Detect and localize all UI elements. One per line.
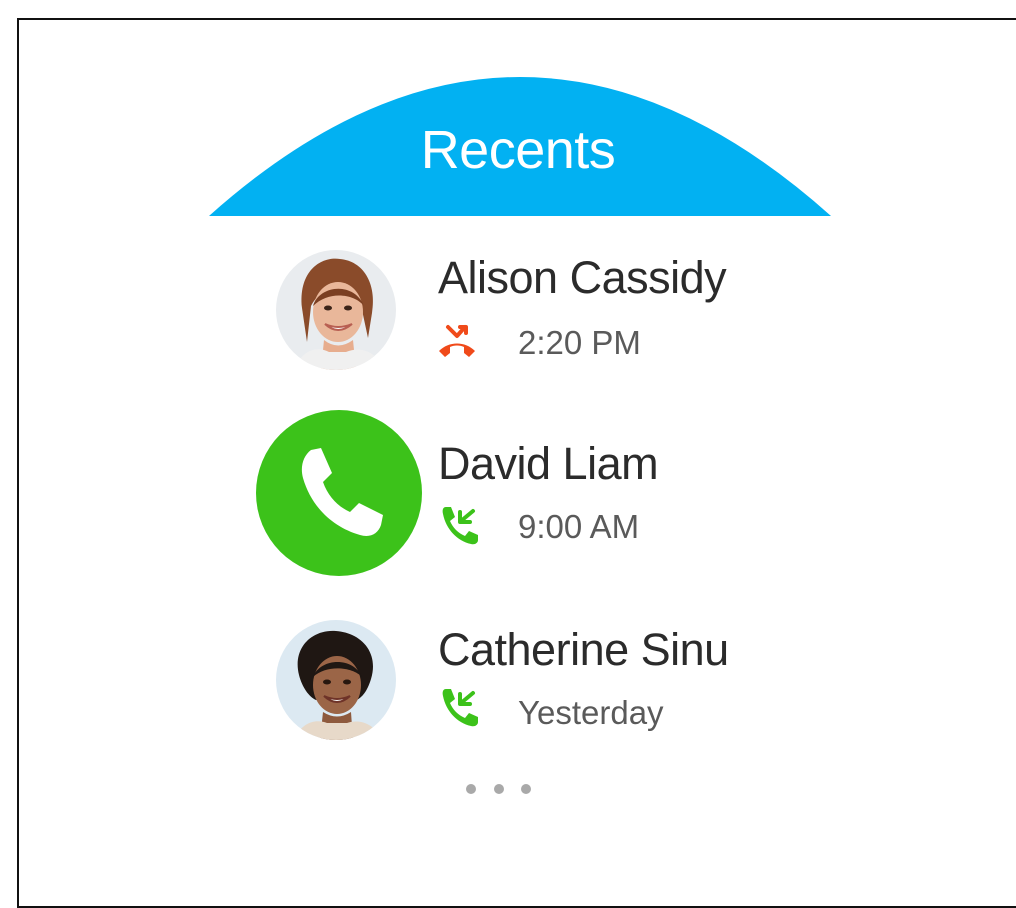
more-dots-icon[interactable] bbox=[462, 782, 536, 798]
page-title: Recents bbox=[420, 120, 616, 180]
avatar-photo-alison bbox=[276, 250, 396, 370]
watch-screen: Recents Alison Cassidy 2:20 PM David Lia… bbox=[0, 0, 1016, 893]
contact-name: Catherine Sinu bbox=[438, 624, 729, 675]
recent-call-row-catherine-sinu[interactable]: Catherine Sinu Yesterday bbox=[0, 618, 1016, 758]
avatar[interactable] bbox=[276, 250, 396, 370]
incoming-call-icon bbox=[436, 684, 478, 733]
contact-name: David Liam bbox=[438, 438, 659, 489]
avatar-photo-catherine bbox=[276, 620, 396, 740]
incoming-call-icon bbox=[436, 502, 478, 551]
recent-call-row-alison-cassidy[interactable]: Alison Cassidy 2:20 PM bbox=[0, 240, 1016, 380]
recent-call-row-david-liam[interactable]: David Liam 9:00 AM bbox=[0, 430, 1016, 570]
missed-call-icon bbox=[436, 322, 478, 363]
dot bbox=[521, 784, 531, 794]
phone-icon bbox=[301, 448, 383, 536]
dot bbox=[494, 784, 504, 794]
call-time: Yesterday bbox=[518, 694, 664, 731]
call-button[interactable] bbox=[256, 410, 422, 576]
call-time: 2:20 PM bbox=[518, 324, 641, 361]
dot bbox=[466, 784, 476, 794]
avatar[interactable] bbox=[276, 620, 396, 740]
call-time: 9:00 AM bbox=[518, 508, 640, 545]
contact-name: Alison Cassidy bbox=[438, 252, 727, 303]
